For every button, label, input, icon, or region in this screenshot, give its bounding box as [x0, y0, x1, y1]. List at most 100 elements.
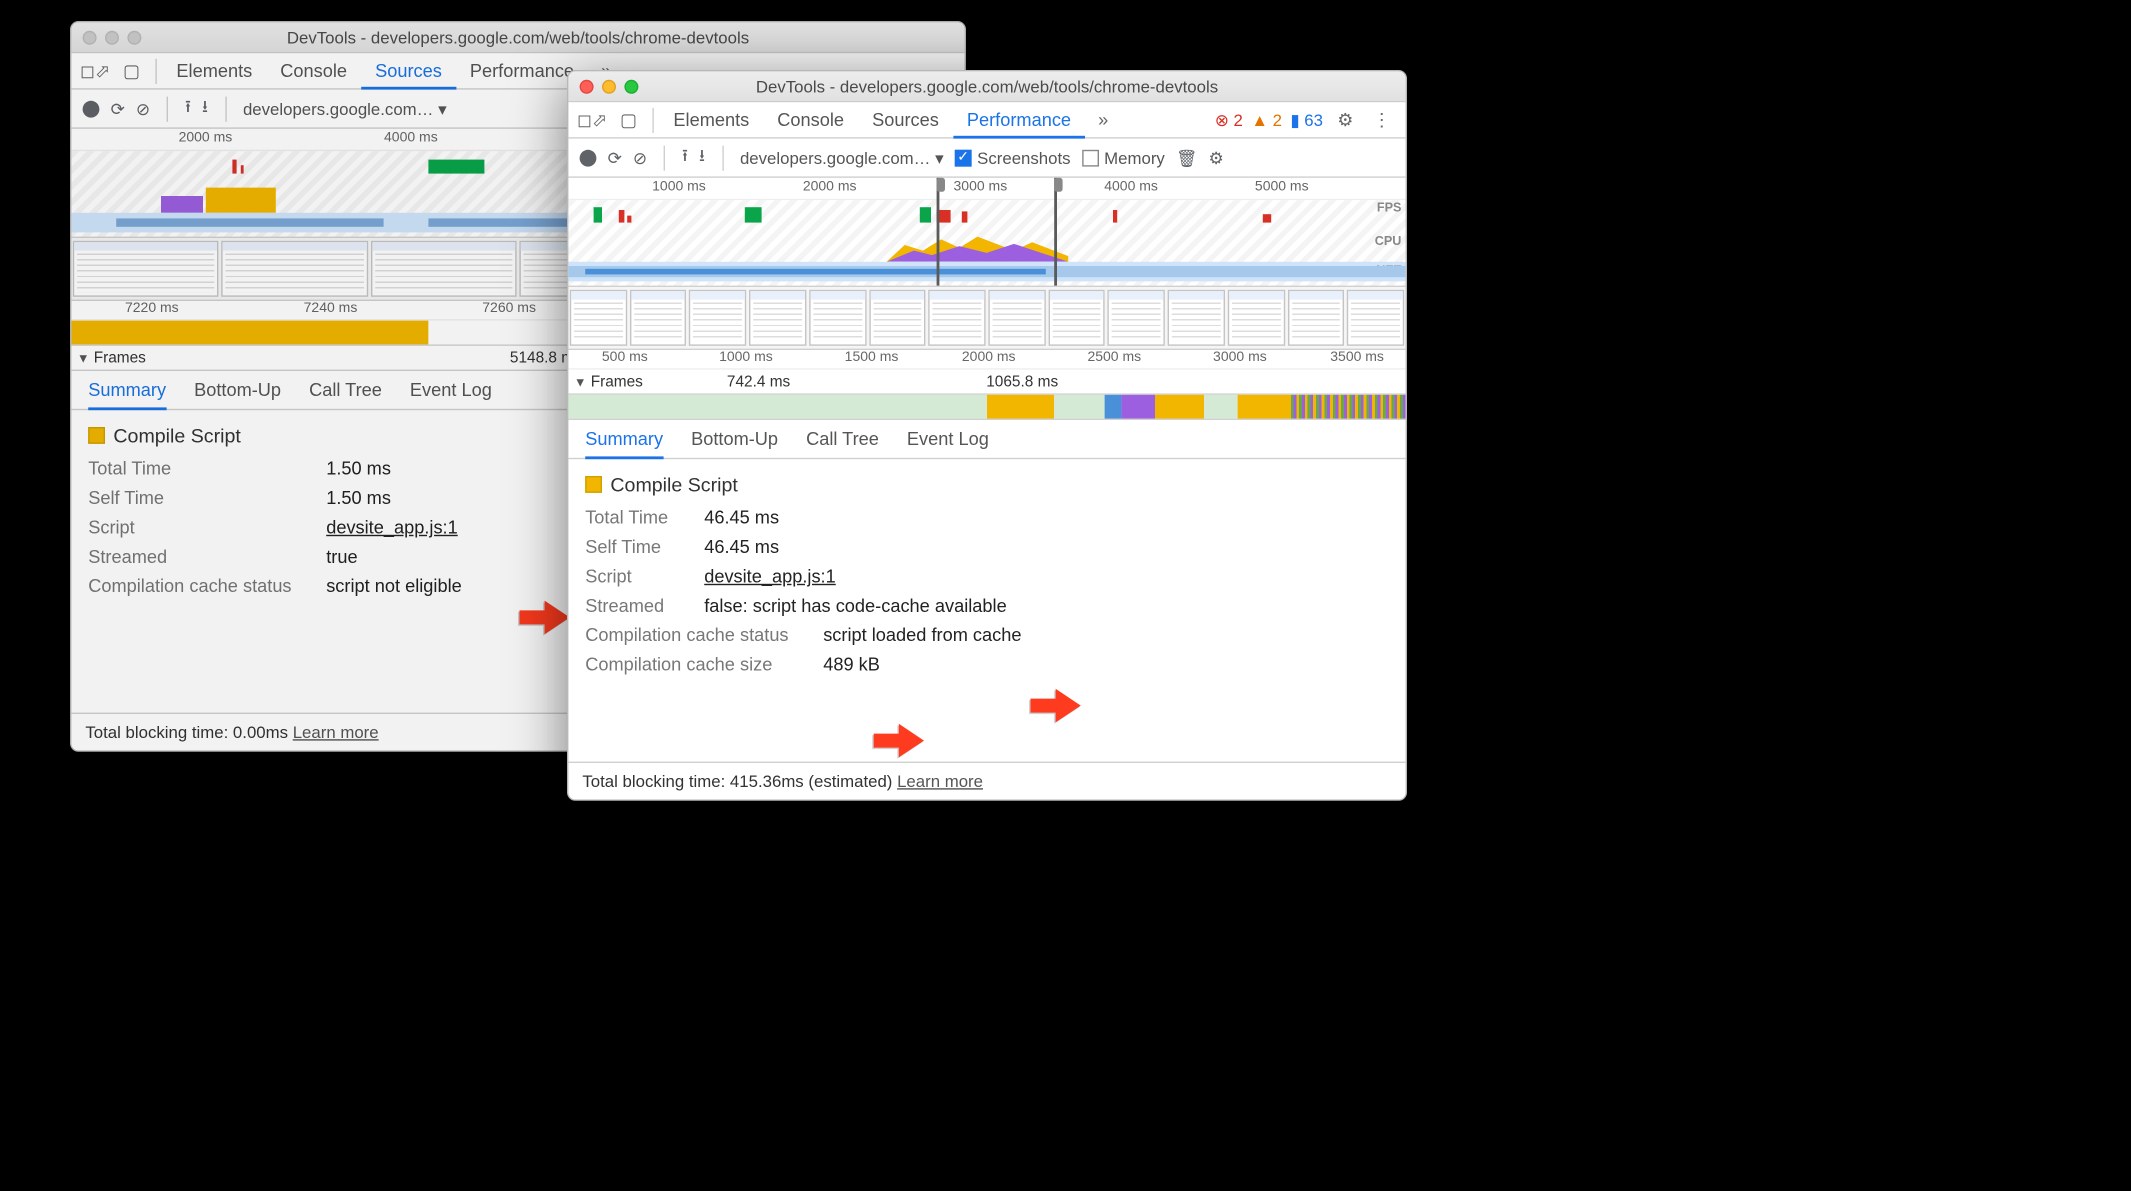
screenshot-thumb[interactable]: [929, 290, 986, 346]
screenshot-thumb[interactable]: [1287, 290, 1344, 346]
tab-call-tree[interactable]: Call Tree: [309, 371, 382, 409]
overview-ruler[interactable]: 1000 ms 2000 ms 3000 ms 4000 ms 5000 ms: [568, 178, 1405, 200]
collapse-icon[interactable]: ▼: [77, 351, 89, 365]
script-link[interactable]: devsite_app.js:1: [326, 517, 458, 538]
screenshot-thumb[interactable]: [222, 241, 368, 297]
screenshot-thumb[interactable]: [1048, 290, 1105, 346]
screenshot-thumb[interactable]: [1108, 290, 1165, 346]
titlebar[interactable]: DevTools - developers.google.com/web/too…: [71, 22, 964, 53]
tab-sources[interactable]: Sources: [858, 102, 953, 137]
label-cache-status: Compilation cache status: [88, 575, 312, 596]
screenshots-toggle[interactable]: ✓ Screenshots: [955, 148, 1071, 168]
tab-sources[interactable]: Sources: [361, 54, 456, 89]
tab-call-tree[interactable]: Call Tree: [806, 420, 879, 458]
collapse-icon[interactable]: ▼: [574, 375, 586, 389]
close-icon[interactable]: [580, 79, 594, 93]
screenshot-thumb[interactable]: [1228, 290, 1285, 346]
tab-summary[interactable]: Summary: [88, 372, 166, 410]
inspect-icon[interactable]: ◻⬀: [574, 109, 610, 131]
inspect-icon[interactable]: ◻⬀: [77, 60, 113, 82]
minimize-icon[interactable]: [602, 79, 616, 93]
recording-dropdown[interactable]: developers.google.com… ▾: [243, 99, 447, 119]
traffic-lights[interactable]: [580, 79, 639, 93]
annotation-arrow-icon: [874, 722, 924, 767]
tab-event-log[interactable]: Event Log: [410, 371, 492, 409]
tick: 2000 ms: [962, 350, 1016, 365]
screenshot-thumb[interactable]: [371, 241, 517, 297]
learn-more-link[interactable]: Learn more: [293, 722, 379, 742]
checkbox-icon[interactable]: ✓: [955, 149, 972, 166]
learn-more-link[interactable]: Learn more: [897, 771, 983, 791]
record-button[interactable]: [580, 149, 597, 166]
clear-icon[interactable]: ⊘: [633, 148, 647, 168]
tab-bottom-up[interactable]: Bottom-Up: [194, 371, 281, 409]
separator: [722, 145, 723, 170]
clear-icon[interactable]: ⊘: [136, 99, 150, 119]
zoom-icon[interactable]: [127, 30, 141, 44]
filmstrip[interactable]: [568, 287, 1405, 350]
tick: 7220 ms: [125, 301, 179, 316]
save-profile-icon[interactable]: ⭳: [699, 143, 705, 172]
screenshot-thumb[interactable]: [1168, 290, 1225, 346]
tab-elements[interactable]: Elements: [162, 53, 266, 88]
tick: 500 ms: [602, 350, 648, 365]
screenshot-thumb[interactable]: [570, 290, 627, 346]
load-profile-icon[interactable]: ⭱: [682, 143, 688, 172]
kebab-icon[interactable]: ⋮: [1364, 109, 1400, 131]
tab-event-log[interactable]: Event Log: [907, 420, 989, 458]
screenshot-thumb[interactable]: [689, 290, 746, 346]
tab-elements[interactable]: Elements: [659, 102, 763, 137]
close-icon[interactable]: [83, 30, 97, 44]
separator: [225, 96, 226, 121]
titlebar[interactable]: DevTools - developers.google.com/web/too…: [568, 71, 1405, 102]
tab-bottom-up[interactable]: Bottom-Up: [691, 420, 778, 458]
tab-summary[interactable]: Summary: [585, 421, 663, 459]
overview-pane[interactable]: FPS CPU NET: [568, 200, 1405, 287]
screenshot-thumb[interactable]: [630, 290, 687, 346]
tab-console[interactable]: Console: [763, 102, 858, 137]
reload-icon[interactable]: ⟳: [111, 99, 125, 119]
separator: [664, 145, 665, 170]
screenshot-thumb[interactable]: [1347, 290, 1404, 346]
error-badge[interactable]: ⊗ 2: [1215, 110, 1243, 130]
tick: 3000 ms: [954, 179, 1008, 194]
reload-icon[interactable]: ⟳: [608, 148, 622, 168]
separator: [155, 58, 156, 83]
flame-strip[interactable]: [568, 395, 1405, 420]
screenshot-thumb[interactable]: [988, 290, 1045, 346]
zoom-icon[interactable]: [624, 79, 638, 93]
device-toggle-icon[interactable]: ▢: [113, 60, 149, 82]
window-title: DevTools - developers.google.com/web/too…: [568, 76, 1405, 96]
gc-icon[interactable]: 🗑: [1176, 148, 1197, 168]
memory-toggle[interactable]: Memory: [1082, 148, 1165, 168]
screenshot-thumb[interactable]: [73, 241, 219, 297]
capture-settings-icon[interactable]: ⚙: [1209, 148, 1224, 168]
screenshot-thumb[interactable]: [749, 290, 806, 346]
record-button[interactable]: [83, 100, 100, 117]
annotation-arrow-icon: [519, 599, 569, 644]
recording-dropdown[interactable]: developers.google.com… ▾: [740, 148, 944, 168]
tab-performance[interactable]: Performance: [953, 103, 1085, 138]
more-tabs-icon[interactable]: »: [1085, 109, 1121, 130]
info-badge[interactable]: ▮ 63: [1290, 110, 1323, 130]
save-profile-icon[interactable]: ⭳: [202, 94, 208, 123]
checkbox-icon[interactable]: [1082, 149, 1099, 166]
settings-icon[interactable]: ⚙: [1327, 109, 1363, 131]
traffic-lights[interactable]: [83, 30, 142, 44]
frames-row[interactable]: ▼ Frames 742.4 ms 1065.8 ms: [568, 370, 1405, 395]
script-link[interactable]: devsite_app.js:1: [704, 566, 836, 587]
category-swatch: [88, 427, 105, 444]
tab-console[interactable]: Console: [266, 53, 361, 88]
tick: 2500 ms: [1087, 350, 1141, 365]
range-handle[interactable]: [1054, 178, 1062, 192]
device-toggle-icon[interactable]: ▢: [610, 109, 646, 131]
load-profile-icon[interactable]: ⭱: [185, 94, 191, 123]
detail-ruler[interactable]: 500 ms 1000 ms 1500 ms 2000 ms 2500 ms 3…: [568, 350, 1405, 370]
screenshot-thumb[interactable]: [869, 290, 926, 346]
minimize-icon[interactable]: [105, 30, 119, 44]
value-cache-size: 489 kB: [823, 654, 880, 675]
screenshot-thumb[interactable]: [809, 290, 866, 346]
separator: [167, 96, 168, 121]
range-handle[interactable]: [937, 178, 945, 192]
warning-badge[interactable]: ▲ 2: [1251, 110, 1282, 130]
